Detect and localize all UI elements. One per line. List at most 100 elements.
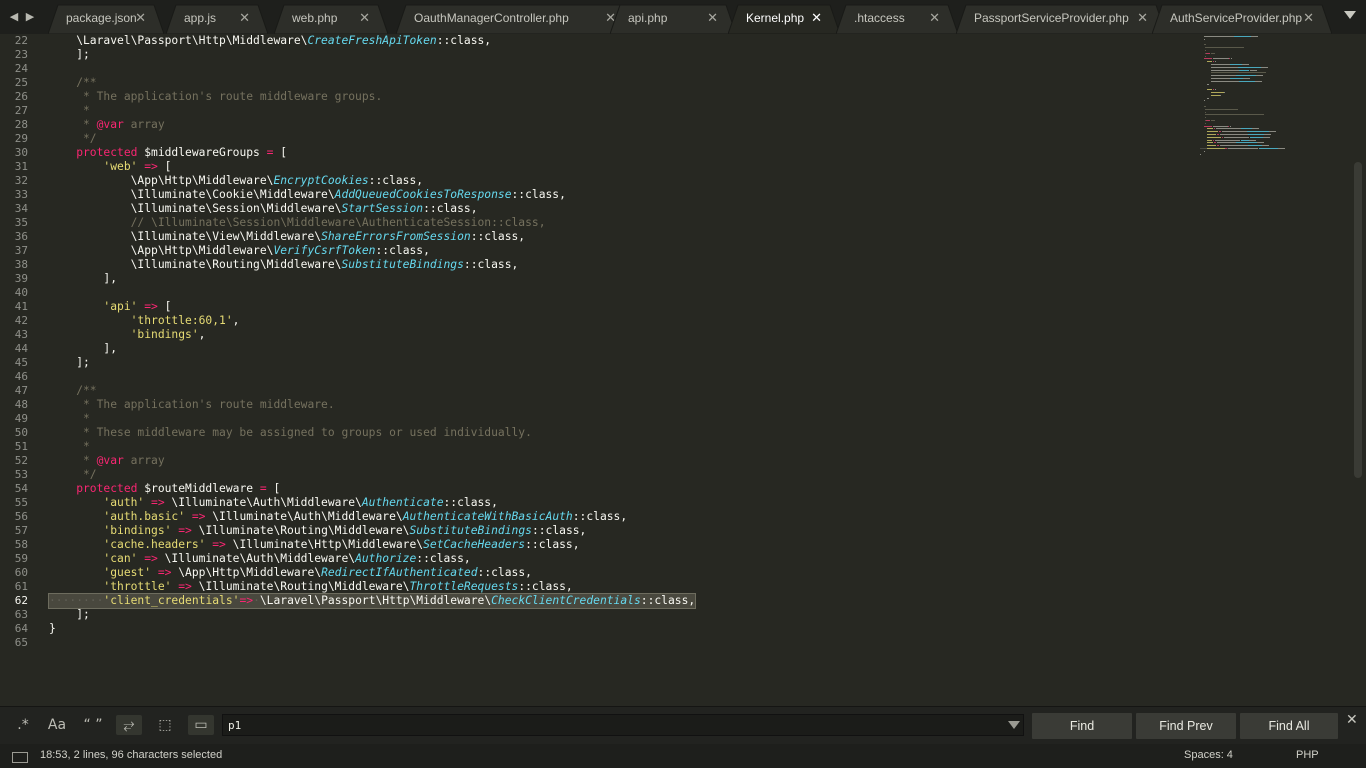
code-line[interactable]: */ (49, 468, 97, 482)
code-token: \App\Http\Middleware\ (49, 244, 274, 257)
code-line[interactable]: ], (49, 272, 117, 286)
minimap-line (1207, 89, 1212, 91)
code-view[interactable]: \Laravel\Passport\Http\Middleware\Create… (47, 34, 1199, 706)
code-line[interactable]: protected $routeMiddleware = [ (49, 482, 280, 496)
code-line[interactable]: * These middleware may be assigned to gr… (49, 426, 532, 440)
code-line[interactable]: ]; (49, 48, 90, 62)
tab-htaccess[interactable]: .htaccess ✕ (836, 4, 958, 34)
code-line[interactable]: \Illuminate\Cookie\Middleware\AddQueuedC… (49, 188, 566, 202)
status-indentation[interactable]: Spaces: 4 (1184, 749, 1233, 761)
code-line[interactable]: */ (49, 132, 97, 146)
code-line[interactable]: /** (49, 384, 96, 398)
code-line[interactable]: 'bindings' => \Illuminate\Routing\Middle… (49, 524, 586, 538)
code-line[interactable]: 'web' => [ (49, 160, 171, 174)
code-line[interactable]: \Laravel\Passport\Http\Middleware\Create… (49, 34, 491, 48)
code-line[interactable]: 'cache.headers' => \Illuminate\Http\Midd… (49, 538, 579, 552)
tab-list-dropdown-icon[interactable] (1344, 11, 1356, 19)
panel-toggle-icon[interactable] (12, 752, 28, 763)
code-line[interactable]: \Illuminate\View\Middleware\ShareErrorsF… (49, 230, 526, 244)
code-line[interactable]: * (49, 412, 90, 426)
minimap-line (1204, 50, 1206, 51)
tab-api-php[interactable]: api.php ✕ (610, 4, 736, 34)
tab-app-js[interactable]: app.js ✕ (166, 4, 268, 34)
line-number: 24 (14, 62, 28, 75)
tab-close-icon[interactable]: ✕ (1303, 10, 1314, 26)
tab-oauthmanagercontroller-php[interactable]: OauthManagerController.php ✕ (396, 4, 634, 34)
code-line[interactable]: 'api' => [ (49, 300, 171, 314)
code-token: => (239, 594, 254, 607)
code-line[interactable]: // \Illuminate\Session\Middleware\Authen… (49, 216, 546, 230)
in-selection-toggle[interactable]: ⬚ (152, 715, 178, 735)
code-line[interactable]: 'guest' => \App\Http\Middleware\Redirect… (49, 566, 532, 580)
code-line[interactable]: ········'client_credentials'=>·\Laravel\… (47, 593, 697, 609)
code-token: => (171, 524, 192, 537)
tab-passportserviceprovider-php[interactable]: PassportServiceProvider.php ✕ (956, 4, 1166, 34)
find-close-icon[interactable]: ✕ (1346, 711, 1358, 728)
tab-close-icon[interactable]: ✕ (929, 10, 940, 26)
find-all-button[interactable]: Find All (1240, 713, 1338, 739)
whole-word-toggle[interactable]: “ ” (80, 715, 106, 735)
minimap-line (1204, 47, 1245, 49)
tab-authserviceprovider-php[interactable]: AuthServiceProvider.php ✕ (1152, 4, 1332, 34)
code-line[interactable]: \App\Http\Middleware\EncryptCookies::cla… (49, 174, 423, 188)
find-prev-button[interactable]: Find Prev (1136, 713, 1236, 739)
code-token: [ (157, 160, 172, 173)
code-line[interactable]: * The application's route middleware gro… (49, 90, 382, 104)
minimap[interactable] (1200, 34, 1350, 174)
tab-close-icon[interactable]: ✕ (135, 10, 146, 26)
code-token: , (232, 314, 240, 327)
tab-scroll-back-icon[interactable]: ◀ (8, 9, 20, 25)
code-line[interactable]: * @var array (49, 118, 165, 132)
tab-close-icon[interactable]: ✕ (1137, 10, 1148, 26)
status-syntax[interactable]: PHP (1296, 749, 1319, 761)
code-line[interactable]: 'throttle' => \Illuminate\Routing\Middle… (49, 580, 572, 594)
code-line[interactable]: \App\Http\Middleware\VerifyCsrfToken::cl… (49, 244, 430, 258)
code-line[interactable]: \Illuminate\Routing\Middleware\Substitut… (49, 258, 519, 272)
wrap-toggle[interactable]: ⥂ (116, 715, 142, 735)
code-line[interactable]: protected $middlewareGroups = [ (49, 146, 287, 160)
vertical-scrollbar[interactable] (1354, 162, 1362, 478)
code-line[interactable]: * @var array (49, 454, 165, 468)
code-token: ::class, (463, 258, 519, 271)
tab-scroll-forward-icon[interactable]: ▶ (24, 9, 36, 25)
tab-web-php[interactable]: web.php ✕ (274, 4, 388, 34)
tab-close-icon[interactable]: ✕ (707, 10, 718, 26)
code-token: * (49, 440, 90, 453)
code-line[interactable]: * (49, 440, 90, 454)
code-line[interactable]: 'auth.basic' => \Illuminate\Auth\Middlew… (49, 510, 627, 524)
code-line[interactable]: } (49, 622, 56, 636)
find-history-dropdown-icon[interactable] (1008, 721, 1020, 729)
code-token: ]; (49, 608, 90, 621)
minimap-line (1241, 128, 1253, 130)
tab-close-icon[interactable]: ✕ (811, 10, 822, 26)
code-line[interactable]: 'bindings', (49, 328, 206, 342)
tab-kernel-php[interactable]: Kernel.php ✕ (728, 4, 840, 34)
code-token: 'bindings' (49, 328, 199, 341)
code-line[interactable]: /** (49, 76, 96, 90)
tab-package-json[interactable]: package.json ✕ (48, 4, 164, 34)
find-input[interactable] (222, 714, 1024, 736)
code-line[interactable]: 'throttle:60,1', (49, 314, 240, 328)
regex-toggle[interactable]: .* (10, 715, 36, 735)
minimap-line (1207, 136, 1221, 138)
find-button[interactable]: Find (1032, 713, 1132, 739)
tab-close-icon[interactable]: ✕ (239, 10, 250, 26)
code-line[interactable]: 'auth' => \Illuminate\Auth\Middleware\Au… (49, 496, 498, 510)
code-token: \Laravel\Passport\Http\Middleware\ (49, 34, 308, 47)
case-sensitive-toggle[interactable]: Aa (44, 715, 70, 735)
highlight-matches-toggle[interactable]: ▭ (188, 715, 214, 735)
line-number: 36 (14, 230, 28, 243)
code-token: SetCacheHeaders (423, 538, 526, 551)
code-line[interactable]: 'can' => \Illuminate\Auth\Middleware\Aut… (49, 552, 470, 566)
code-line[interactable]: * The application's route middleware. (49, 398, 335, 412)
code-line[interactable]: ]; (49, 356, 90, 370)
code-line[interactable]: ]; (49, 608, 90, 622)
code-line[interactable]: ], (49, 342, 117, 356)
code-line[interactable]: * (49, 104, 90, 118)
code-line[interactable]: \Illuminate\Session\Middleware\StartSess… (49, 202, 478, 216)
minimap-line (1234, 36, 1252, 37)
minimap-line (1206, 52, 1210, 54)
editor-area[interactable]: 22 23 24 25 26 27 28 29 30 31 32 33 34 35 36 37 38 39 40 41… (0, 34, 1366, 706)
tab-close-icon[interactable]: ✕ (359, 10, 370, 26)
line-number: 41 (14, 300, 28, 313)
